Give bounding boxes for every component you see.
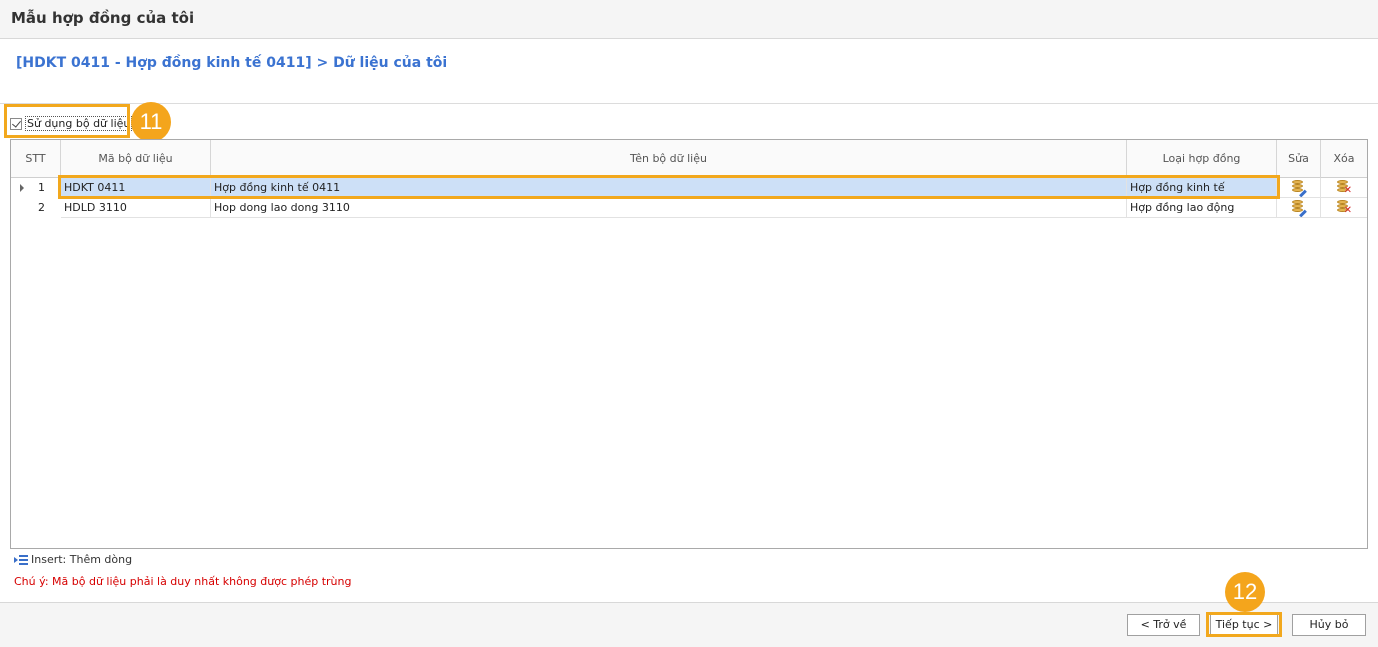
window-title: Mẫu hợp đồng của tôi xyxy=(11,9,195,27)
grid-header: STT Mã bộ dữ liệu Tên bộ dữ liệu Loại hợ… xyxy=(11,140,1367,178)
row-stt: 2 xyxy=(38,201,45,214)
column-header-code[interactable]: Mã bộ dữ liệu xyxy=(61,140,211,178)
title-bar: Mẫu hợp đồng của tôi xyxy=(0,0,1378,39)
breadcrumb: [HDKT 0411 - Hợp đồng kinh tế 0411] > Dữ… xyxy=(16,55,448,71)
divider xyxy=(0,103,1378,104)
back-button[interactable]: < Trở về xyxy=(1127,614,1200,636)
row-stt: 1 xyxy=(38,181,45,194)
row-edit-cell[interactable] xyxy=(1277,198,1321,218)
database-delete-icon[interactable]: ✕ xyxy=(1336,180,1352,196)
insert-hint-text: Insert: Thêm dòng xyxy=(31,553,133,566)
insert-hint: Insert: Thêm dòng xyxy=(14,553,132,566)
database-edit-icon[interactable] xyxy=(1291,180,1307,197)
table-row[interactable]: 2 HDLD 3110 Hop dong lao dong 3110 Hợp đ… xyxy=(11,198,1367,218)
database-delete-icon[interactable]: ✕ xyxy=(1336,200,1352,216)
callout-badge-12: 12 xyxy=(1225,572,1265,612)
dataset-grid: STT Mã bộ dữ liệu Tên bộ dữ liệu Loại hợ… xyxy=(10,139,1368,549)
callout-highlight-next xyxy=(1206,612,1282,637)
row-code[interactable]: HDLD 3110 xyxy=(61,198,211,218)
column-header-type[interactable]: Loại hợp đồng xyxy=(1127,140,1277,178)
row-delete-cell[interactable]: ✕ xyxy=(1321,198,1367,218)
row-name[interactable]: Hop dong lao dong 3110 xyxy=(211,198,1127,218)
column-header-stt[interactable]: STT xyxy=(11,140,61,178)
callout-highlight-row xyxy=(58,175,1280,199)
row-type[interactable]: Hợp đồng lao động xyxy=(1127,198,1277,218)
column-header-delete[interactable]: Xóa xyxy=(1321,140,1367,178)
uniqueness-note: Chú ý: Mã bộ dữ liệu phải là duy nhất kh… xyxy=(14,575,352,588)
database-edit-icon[interactable] xyxy=(1291,200,1307,217)
cancel-button[interactable]: Hủy bỏ xyxy=(1292,614,1366,636)
column-header-name[interactable]: Tên bộ dữ liệu xyxy=(211,140,1127,178)
row-edit-cell[interactable] xyxy=(1277,178,1321,198)
callout-badge-11: 11 xyxy=(131,102,171,142)
callout-highlight-checkbox xyxy=(4,104,130,138)
column-header-edit[interactable]: Sửa xyxy=(1277,140,1321,178)
row-delete-cell[interactable]: ✕ xyxy=(1321,178,1367,198)
insert-row-icon xyxy=(14,554,28,565)
